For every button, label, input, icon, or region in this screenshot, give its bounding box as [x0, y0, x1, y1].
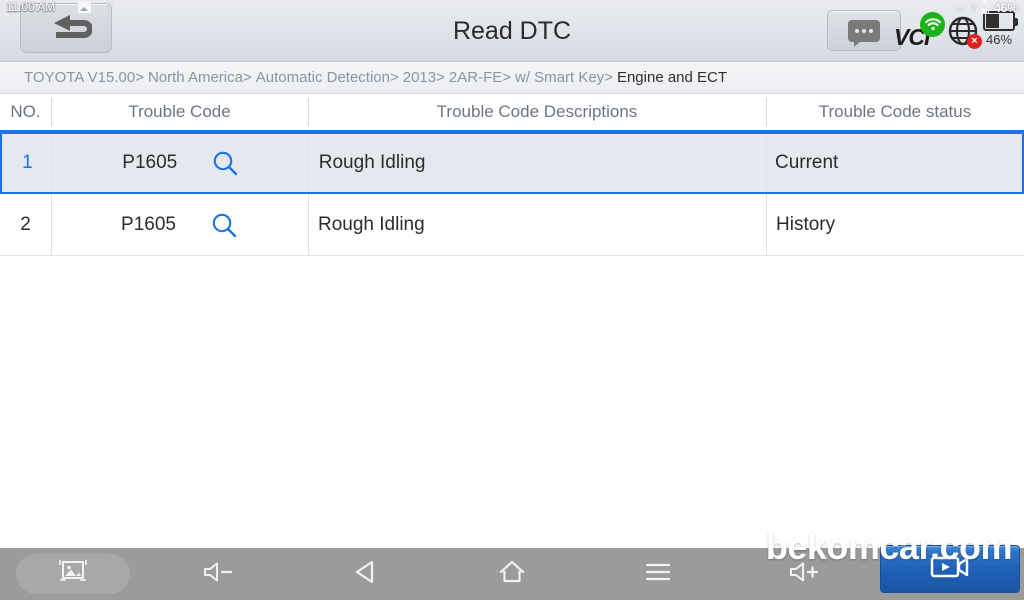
breadcrumb-item[interactable]: 2AR-FE	[449, 69, 502, 86]
breadcrumb-item[interactable]: 2013	[403, 69, 436, 86]
breadcrumb-item[interactable]: Automatic Detection	[256, 69, 390, 86]
breadcrumb-separator: >	[242, 69, 252, 86]
cell-description: Rough Idling	[318, 213, 425, 235]
volume-up-button[interactable]	[731, 548, 877, 600]
video-record-button[interactable]	[880, 545, 1020, 593]
breadcrumb-item[interactable]: North America	[148, 69, 243, 86]
wifi-icon	[920, 12, 945, 37]
cell-trouble-code: P1605	[53, 134, 309, 192]
cell-no: 1	[22, 152, 33, 173]
system-navigation-bar	[0, 548, 1024, 600]
trouble-code-value: P1605	[122, 152, 178, 173]
column-header-no: NO.	[10, 102, 41, 121]
cell-status: History	[776, 213, 836, 235]
battery-indicator: 46%	[982, 11, 1018, 47]
battery-icon	[983, 11, 1018, 31]
trouble-code-value: P1605	[121, 213, 176, 235]
cell-trouble-code: P1605	[51, 194, 308, 255]
network-error-badge: ×	[967, 34, 982, 49]
breadcrumb-separator: >	[604, 69, 613, 86]
breadcrumb-item[interactable]: TOYOTA V15.00	[24, 69, 135, 86]
table-body: 1 P1605 Rough Idling Current 2 P1605 Rough Idl…	[0, 132, 1024, 256]
breadcrumb-separator: >	[502, 69, 511, 86]
menu-button[interactable]	[585, 548, 731, 600]
chat-bubble-icon	[848, 19, 880, 47]
screenshot-icon	[58, 559, 88, 589]
breadcrumb-item: Engine and ECT	[616, 69, 728, 86]
breadcrumb-item[interactable]: w/ Smart Key	[515, 69, 604, 86]
hamburger-menu-icon	[644, 560, 672, 588]
volume-down-button[interactable]	[146, 548, 292, 600]
back-triangle-icon	[353, 559, 379, 589]
volume-up-icon	[788, 560, 822, 588]
table-row[interactable]: 1 P1605 Rough Idling Current	[0, 132, 1024, 194]
column-header-status: Trouble Code status	[818, 102, 972, 121]
column-header-descriptions: Trouble Code Descriptions	[436, 102, 638, 121]
table-row[interactable]: 2 P1605 Rough Idling History	[0, 194, 1024, 256]
dtc-table: NO. Trouble Code Trouble Code Descriptio…	[0, 94, 1024, 256]
diagnostic-app-screen: Read DTC VCI × 46% 11:00 AM ⇧ ↔ ▿ 46% TO…	[0, 0, 1024, 600]
cell-no: 2	[20, 213, 31, 235]
home-button[interactable]	[439, 548, 585, 600]
breadcrumb-separator: >	[135, 69, 144, 86]
volume-down-icon	[202, 560, 236, 588]
chat-button[interactable]	[827, 10, 901, 51]
breadcrumb-separator: >	[436, 69, 445, 86]
search-icon[interactable]	[211, 149, 239, 177]
vci-status-indicator[interactable]: VCI	[894, 12, 952, 50]
column-header-trouble-code: Trouble Code	[128, 102, 231, 121]
search-icon[interactable]	[210, 211, 238, 239]
back-button[interactable]	[293, 548, 439, 600]
app-header: Read DTC VCI × 46%	[0, 0, 1024, 62]
battery-percent-label: 46%	[985, 32, 1013, 47]
table-header-row: NO. Trouble Code Trouble Code Descriptio…	[0, 94, 1024, 132]
screenshot-button[interactable]	[0, 548, 146, 600]
network-status-indicator[interactable]: ×	[946, 14, 982, 49]
breadcrumb: TOYOTA V15.00 > North America > Automatic De…	[0, 62, 1024, 94]
home-icon	[498, 559, 526, 589]
breadcrumb-separator: >	[389, 69, 399, 86]
cell-status: Current	[774, 152, 839, 173]
cell-description: Rough Idling	[318, 152, 426, 173]
video-camera-icon	[930, 554, 970, 585]
